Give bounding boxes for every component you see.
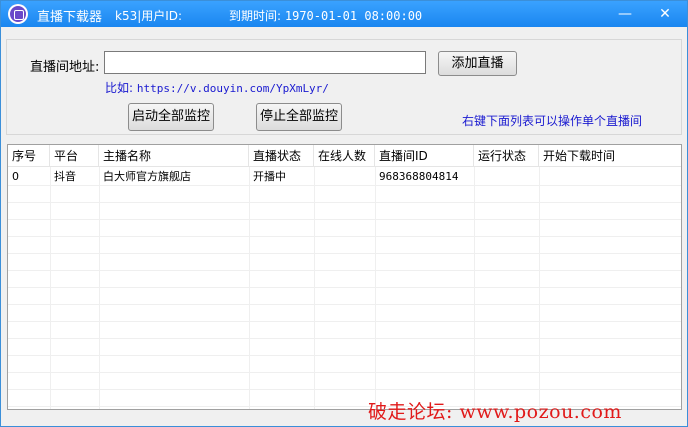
example-url: https://v.douyin.com/YpXmLyr/: [136, 82, 329, 95]
col-header-run-status[interactable]: 运行状态: [474, 145, 539, 167]
example-prefix: 比如:: [105, 81, 134, 95]
cell-platform: 抖音: [54, 170, 76, 183]
example-text: 比如: https://v.douyin.com/YpXmLyr/: [105, 79, 329, 96]
right-click-hint: 右键下面列表可以操作单个直播间: [462, 114, 643, 128]
grid-col-line: [375, 167, 376, 409]
grid-col-line: [50, 167, 51, 409]
start-all-monitor-button[interactable]: 启动全部监控: [128, 103, 214, 131]
col-header-live-status[interactable]: 直播状态: [249, 145, 314, 167]
grid-row-line: [8, 355, 681, 356]
add-live-button[interactable]: 添加直播: [438, 51, 517, 76]
grid-col-line: [474, 167, 475, 409]
window-title: 直播下载器: [37, 10, 103, 25]
expire-info: 到期时间: 1970-01-01 08:00:00: [229, 7, 422, 24]
col-header-online-count[interactable]: 在线人数: [314, 145, 375, 167]
url-label: 直播间地址:: [30, 60, 100, 75]
cell-live-status: 开播中: [253, 170, 286, 183]
minimize-icon[interactable]: —: [615, 5, 635, 23]
expire-label: 到期时间:: [229, 9, 282, 23]
app-logo-icon: [8, 4, 28, 24]
grid-col-line: [539, 167, 540, 409]
user-id-label: k53|用户ID:: [115, 9, 183, 23]
col-header-room-id[interactable]: 直播间ID: [375, 145, 474, 167]
grid-row-line: [8, 219, 681, 220]
cell-download-start: [539, 168, 681, 185]
grid-row-line: [8, 321, 681, 322]
grid-row-line: [8, 304, 681, 305]
close-icon[interactable]: ✕: [655, 5, 675, 23]
expire-value: 1970-01-01 08:00:00: [284, 9, 423, 23]
live-room-table[interactable]: 序号 平台 主播名称 直播状态 在线人数 直播间ID 运行状态 开始下载时间 0…: [7, 144, 682, 410]
col-header-download-start[interactable]: 开始下载时间: [539, 145, 681, 167]
cell-streamer: 白大师官方旗舰店: [103, 170, 191, 183]
grid-row-line: [8, 202, 681, 203]
cell-room-id: 968368804814: [379, 170, 459, 183]
grid-row-line: [8, 253, 681, 254]
cell-online-count: [314, 168, 375, 185]
grid-row-line: [8, 372, 681, 373]
stop-all-monitor-button[interactable]: 停止全部监控: [256, 103, 342, 131]
grid-row-line: [8, 236, 681, 237]
grid-row-line: [8, 287, 681, 288]
col-header-streamer[interactable]: 主播名称: [99, 145, 249, 167]
col-header-platform[interactable]: 平台: [50, 145, 99, 167]
forum-watermark: 破走论坛: www.pozou.com: [368, 401, 622, 423]
title-bar[interactable]: 直播下载器 k53|用户ID: 到期时间: 1970-01-01 08:00:0…: [1, 1, 687, 27]
cell-run-status: [474, 168, 539, 185]
grid-row-line: [8, 389, 681, 390]
grid-row-line: [8, 338, 681, 339]
grid-row-line: [8, 270, 681, 271]
grid-col-line: [249, 167, 250, 409]
grid-row-line: [8, 185, 681, 186]
cell-index: 0: [12, 170, 19, 183]
grid-col-line: [314, 167, 315, 409]
grid-col-line: [99, 167, 100, 409]
url-input[interactable]: [104, 51, 426, 74]
col-header-index[interactable]: 序号: [8, 145, 50, 167]
